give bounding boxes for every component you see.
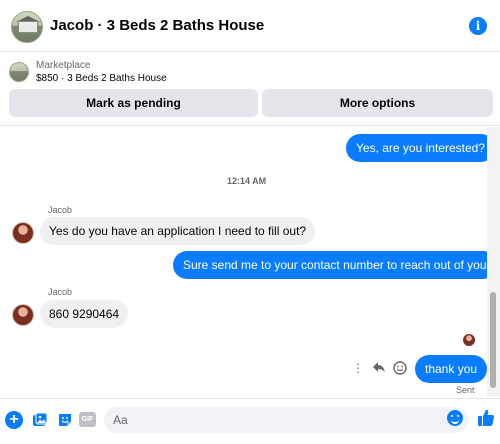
chat-header: Jacob · 3 Beds 2 Baths House i [0,0,500,52]
gif-icon[interactable]: GIF [79,412,96,427]
outgoing-message[interactable]: Sure send me to your contact number to r… [173,251,497,279]
emoji-icon[interactable] [447,410,463,426]
thumbs-up-icon[interactable] [476,408,496,428]
more-icon[interactable]: ⋮ [352,361,364,375]
react-icon[interactable] [392,361,408,378]
info-icon[interactable]: i [469,17,487,35]
plus-icon[interactable]: + [5,411,23,429]
more-options-button[interactable]: More options [262,89,493,117]
reply-icon[interactable] [371,361,387,376]
incoming-message[interactable]: Yes do you have an application I need to… [40,217,316,245]
marketplace-listing-card: Marketplace $850 · 3 Beds 2 Baths House … [0,52,500,126]
sender-name: Jacob [48,205,73,215]
message-timestamp: 12:14 AM [227,176,267,186]
contact-avatar[interactable] [12,304,34,326]
outgoing-message[interactable]: Yes, are you interested? [346,134,495,162]
message-input-placeholder: Aa [113,413,128,427]
listing-avatar[interactable] [11,11,43,43]
seen-by-avatar [463,334,475,346]
message-input[interactable]: Aa [104,407,468,433]
marketplace-label: Marketplace [36,60,91,71]
sticker-icon[interactable] [56,411,74,429]
mark-as-pending-button[interactable]: Mark as pending [9,89,258,117]
message-status: Sent [456,385,475,395]
sender-name: Jacob [48,287,73,297]
message-composer: + GIF Aa [0,398,500,444]
listing-thumbnail[interactable] [9,62,29,82]
photo-icon[interactable] [31,411,49,429]
chat-title[interactable]: Jacob · 3 Beds 2 Baths House [50,17,264,34]
contact-avatar[interactable] [12,222,34,244]
scrollbar-thumb[interactable] [490,292,496,388]
incoming-message[interactable]: 860 9290464 [40,300,129,328]
outgoing-message[interactable]: thank you [415,355,488,383]
listing-price[interactable]: $850 · 3 Beds 2 Baths House [36,73,167,84]
